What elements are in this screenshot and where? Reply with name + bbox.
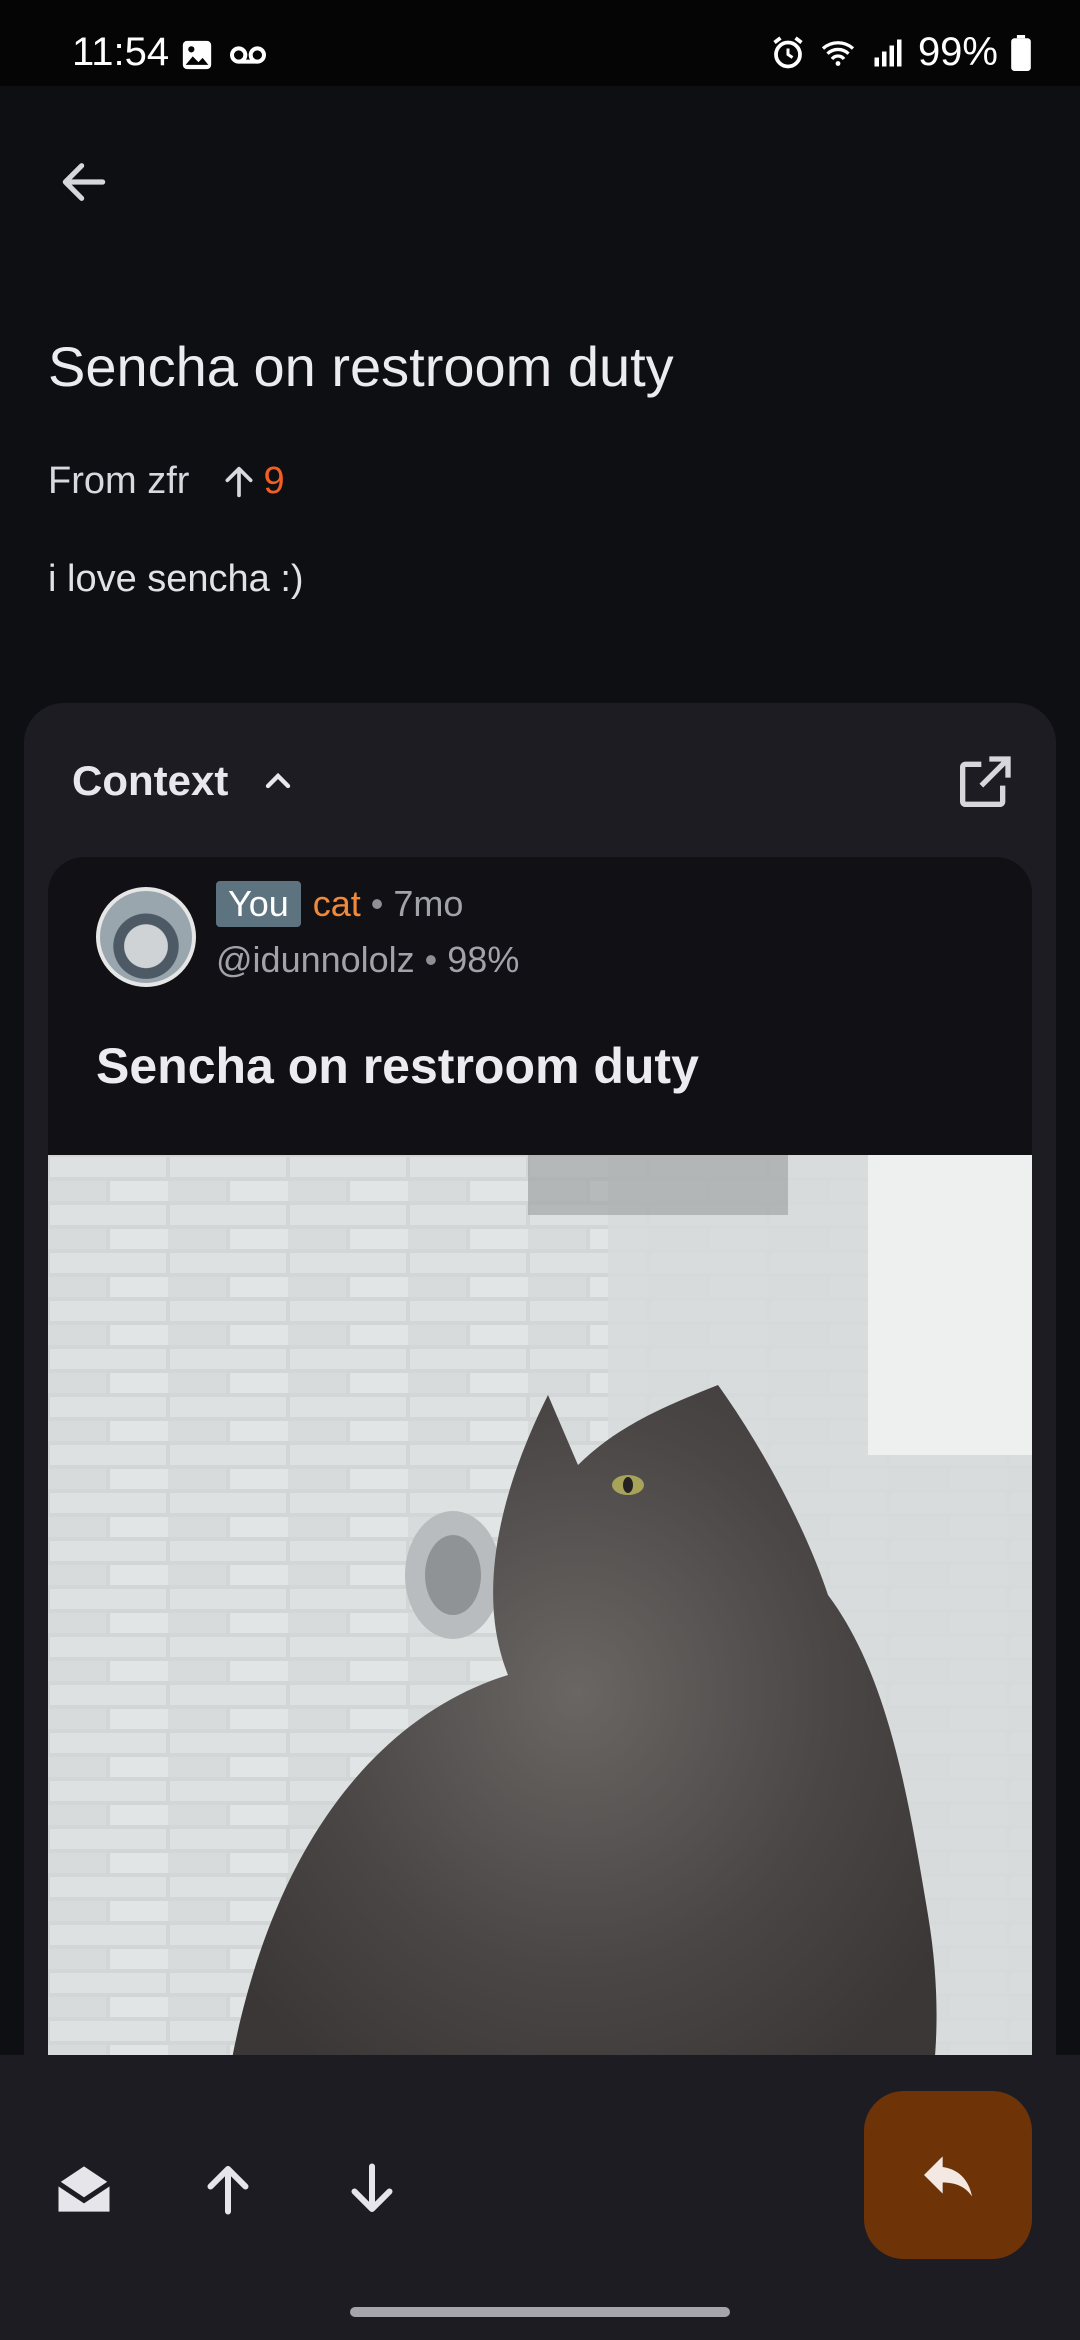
community-link[interactable]: cat [313,883,361,925]
context-toggle[interactable]: Context [72,757,298,805]
battery-icon [1010,34,1032,71]
arrow-back-icon [56,154,112,210]
context-card: Context You cat • 7mo @idunnololz • 98% … [24,703,1056,2157]
you-badge: You [216,881,301,927]
cat-photo [48,1155,1032,2155]
voicemail-icon [228,38,268,72]
message-body: i love sencha :) [48,558,304,600]
mark-read-button[interactable] [40,2145,128,2233]
home-indicator[interactable] [350,2307,730,2317]
avatar[interactable] [96,887,196,987]
upvote-icon [198,2159,258,2219]
signal-icon [870,35,906,71]
upvote-score-icon [219,462,259,502]
separator-dot: • [424,939,438,980]
post-meta-bottom: @idunnololz • 98% [216,939,519,981]
open-external-button[interactable] [952,751,1016,815]
battery-percent: 99% [917,30,998,74]
separator-dot: • [370,883,384,924]
upvote-ratio: 98% [447,939,520,980]
post-age: 7mo [393,883,464,924]
wifi-icon [818,35,858,71]
back-button[interactable] [52,150,116,214]
reply-icon [916,2143,980,2207]
alarm-icon [770,35,806,71]
chevron-up-icon [258,761,298,801]
message-from[interactable]: From zfr [48,460,189,503]
mark-read-icon [50,2155,118,2223]
bottom-action-bar [0,2055,1080,2340]
post-meta-top: You cat • 7mo [216,881,463,927]
message-score: 9 [263,460,285,502]
reply-button[interactable] [864,2091,1032,2259]
message-title: Sencha on restroom duty [48,335,674,398]
open-in-new-icon [952,751,1016,815]
upvote-button[interactable] [184,2145,272,2233]
post-title: Sencha on restroom duty [96,1038,699,1094]
context-post[interactable]: You cat • 7mo @idunnololz • 98% Sencha o… [48,857,1032,2157]
post-image[interactable] [48,1155,1032,2155]
message-from-row: From zfr 9 [48,460,285,503]
status-time: 11:54 [72,30,170,74]
image-icon [180,38,214,72]
downvote-icon [342,2159,402,2219]
status-bar: 11:54 99% [0,0,1080,86]
post-author-handle[interactable]: @idunnololz [216,939,415,981]
context-label: Context [72,757,229,804]
downvote-button[interactable] [328,2145,416,2233]
